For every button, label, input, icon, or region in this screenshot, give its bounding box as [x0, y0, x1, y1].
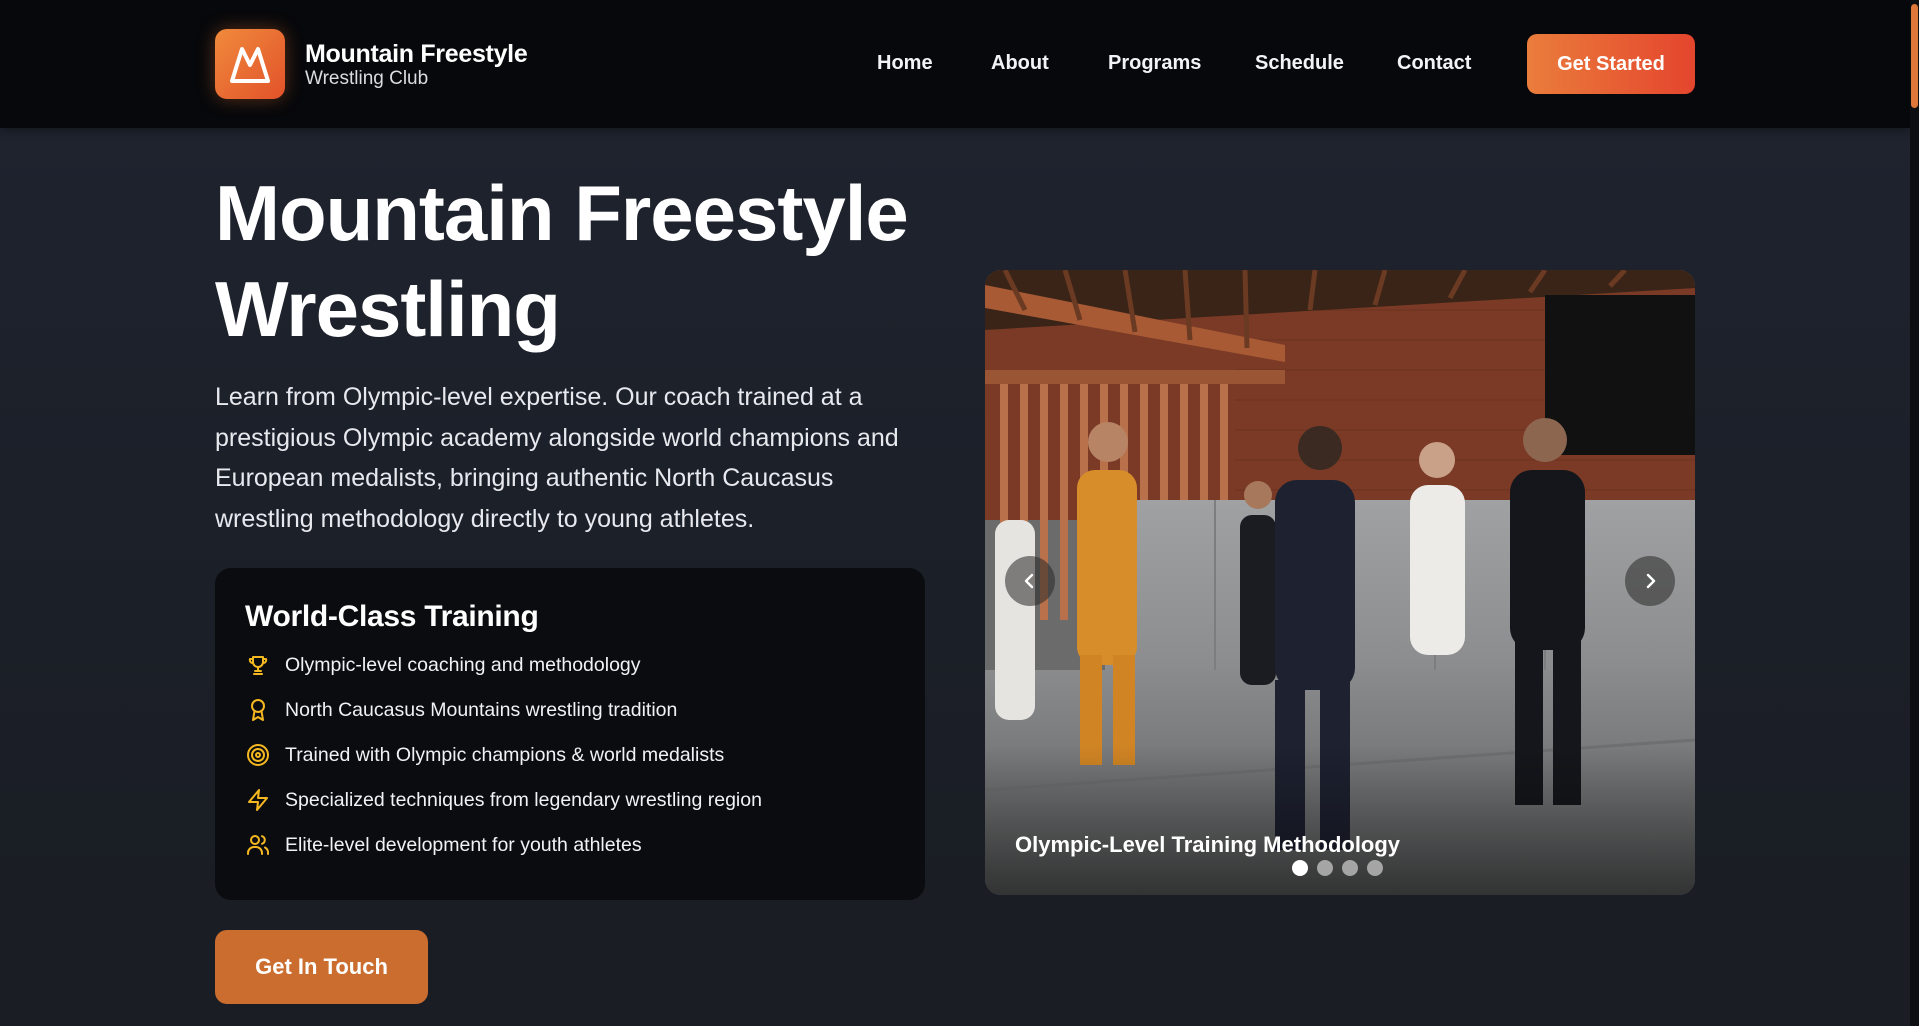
trophy-icon — [245, 652, 271, 678]
feature-item: Trained with Olympic champions & world m… — [245, 740, 724, 770]
hero-title-line1: Mountain Freestyle — [215, 169, 909, 257]
chevron-right-icon — [1646, 573, 1656, 589]
feature-text: Elite-level development for youth athlet… — [285, 833, 642, 856]
mountain-logo-icon — [230, 47, 270, 83]
feature-text: Olympic-level coaching and methodology — [285, 653, 641, 676]
nav-contact[interactable]: Contact — [1397, 52, 1471, 75]
lightning-icon — [245, 787, 271, 813]
carousel-dot[interactable] — [1342, 860, 1358, 876]
carousel-dots — [1292, 860, 1383, 876]
chevron-left-icon — [1024, 573, 1034, 589]
feature-text: Trained with Olympic champions & world m… — [285, 743, 725, 766]
carousel-caption: Olympic-Level Training Methodology — [1015, 832, 1401, 857]
site-header: Mountain Freestyle Wrestling Club Home A… — [0, 0, 1910, 128]
feature-item: Olympic-level coaching and methodology — [245, 650, 641, 680]
get-in-touch-button[interactable]: Get In Touch — [215, 930, 428, 1004]
brand-title: Mountain Freestyle — [305, 40, 528, 68]
carousel-next-button[interactable] — [1625, 556, 1675, 606]
nav-programs[interactable]: Programs — [1108, 52, 1201, 75]
carousel-dot[interactable] — [1317, 860, 1333, 876]
nav-home[interactable]: Home — [877, 52, 933, 75]
hero-title-line2: Wrestling — [215, 265, 561, 353]
nav-schedule[interactable]: Schedule — [1255, 52, 1344, 75]
brand-subtitle: Wrestling Club — [305, 68, 429, 89]
logo[interactable] — [215, 29, 285, 99]
users-icon — [245, 832, 271, 858]
get-started-button[interactable]: Get Started — [1527, 34, 1695, 94]
feature-text: North Caucasus Mountains wrestling tradi… — [285, 698, 678, 721]
feature-item: Elite-level development for youth athlet… — [245, 830, 642, 860]
carousel-dot[interactable] — [1367, 860, 1383, 876]
feature-item: North Caucasus Mountains wrestling tradi… — [245, 695, 677, 725]
medal-icon — [245, 697, 271, 723]
scrollbar-thumb[interactable] — [1911, 4, 1918, 108]
nav-about[interactable]: About — [991, 52, 1049, 75]
feature-item: Specialized techniques from legendary wr… — [245, 785, 762, 815]
hero-description: Learn from Olympic-level expertise. Our … — [215, 383, 899, 533]
features-card: World-Class Training Olympic-level coach… — [215, 568, 925, 900]
feature-text: Specialized techniques from legendary wr… — [285, 788, 762, 811]
card-title: World-Class Training — [245, 600, 539, 633]
hero-title: Mountain Freestyle Wrestling — [215, 165, 975, 357]
image-carousel: Olympic-Level Training Methodology — [985, 270, 1695, 895]
target-icon — [245, 742, 271, 768]
scrollbar[interactable] — [1910, 0, 1919, 1026]
carousel-prev-button[interactable] — [1005, 556, 1055, 606]
carousel-dot[interactable] — [1292, 860, 1308, 876]
